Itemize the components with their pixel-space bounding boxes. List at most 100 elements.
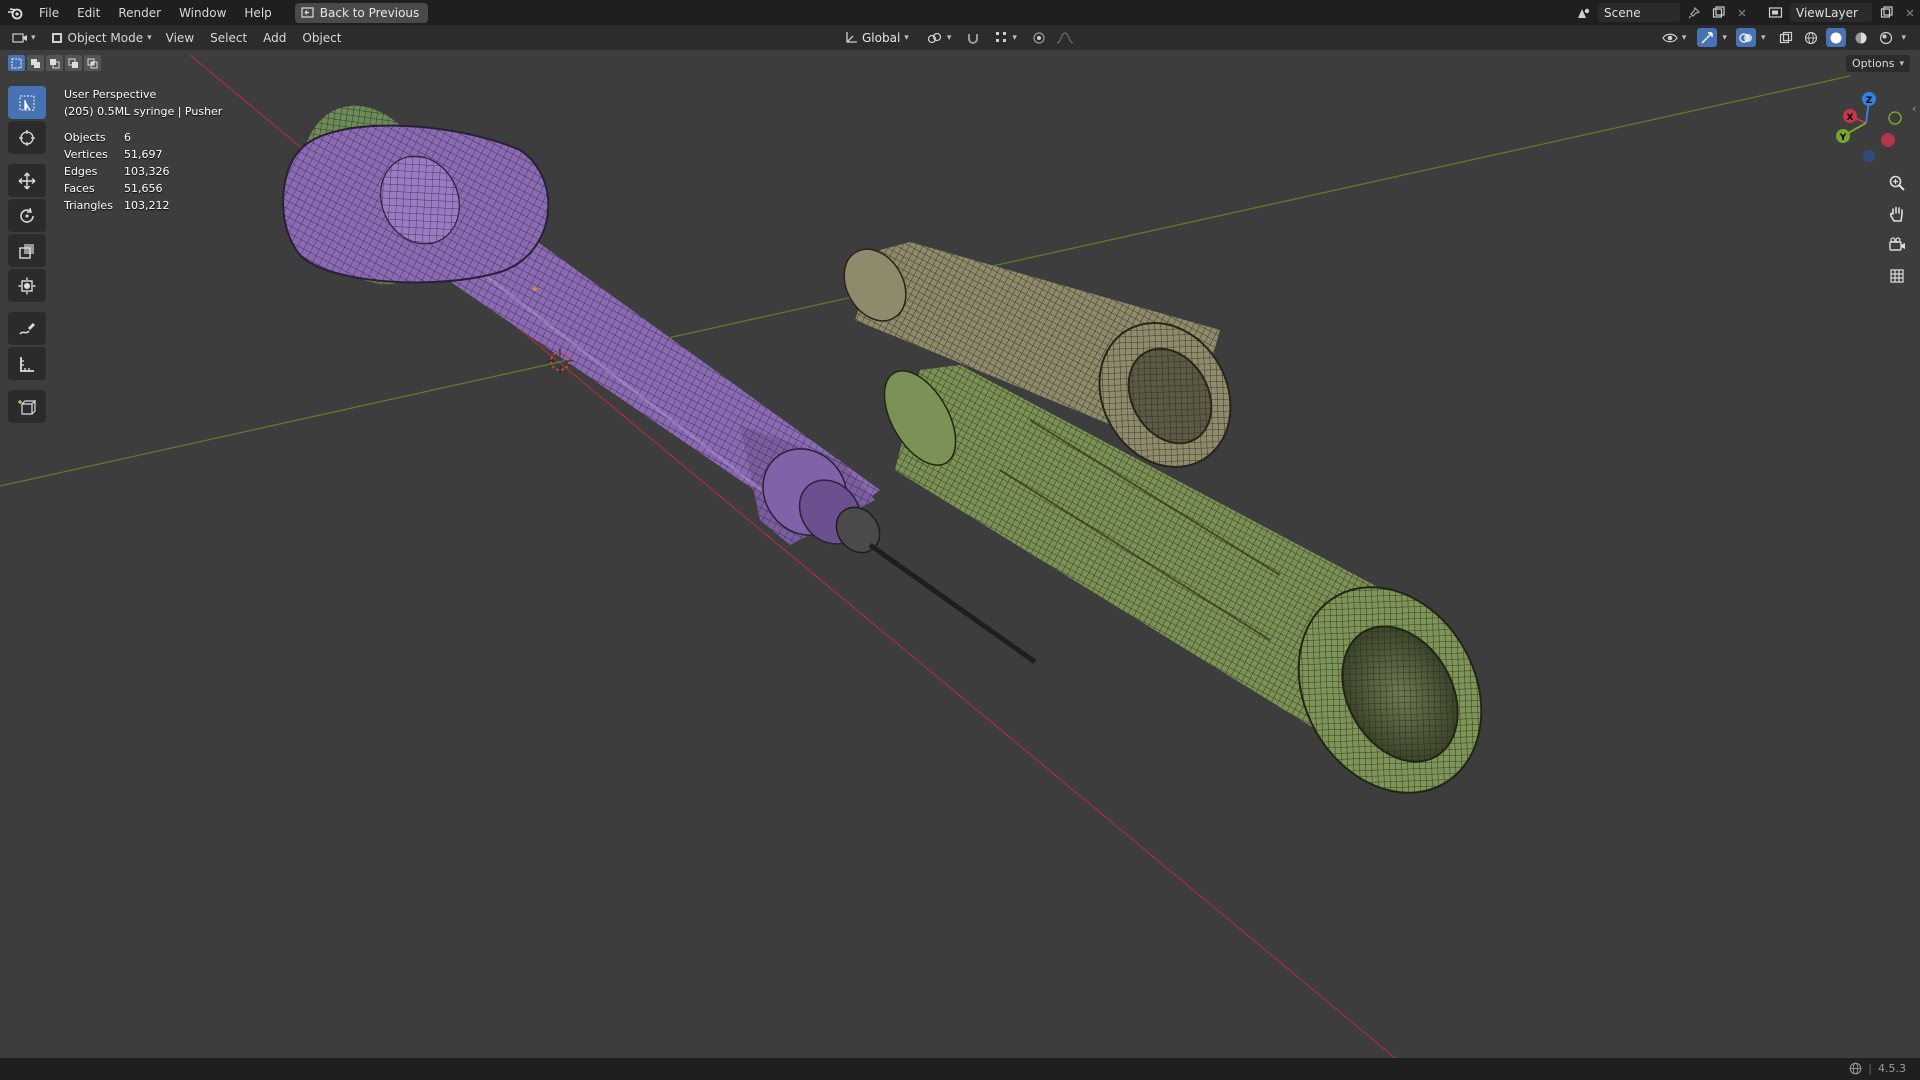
viewport-header: ▾ Object Mode ▾ View Select Add Object G… (0, 25, 1920, 50)
view-layer-field[interactable]: ViewLayer (1790, 3, 1872, 22)
solid-shading-icon[interactable] (1826, 28, 1847, 47)
menu-view[interactable]: View (158, 31, 202, 45)
snap-grid-icon (996, 32, 1007, 42)
scene-name-field[interactable]: Scene (1598, 3, 1680, 22)
scene-statistics: Objects 6 Vertices 51,697 Edges 103,326 Fac… (64, 129, 222, 214)
pivot-point-dropdown[interactable]: ▾ (920, 28, 958, 47)
new-view-layer-icon[interactable] (1876, 3, 1896, 22)
zoom-icon[interactable] (1884, 170, 1910, 196)
overlay-toggle-icon[interactable] (1735, 28, 1756, 47)
stat-label: Edges (64, 165, 98, 178)
wireframe-shading-icon[interactable] (1801, 28, 1821, 47)
snap-toggle-icon[interactable] (963, 28, 983, 47)
gizmo-neg-x-ball[interactable] (1881, 133, 1895, 147)
select-box-icon[interactable] (8, 86, 46, 119)
back-to-previous-label: Back to Previous (319, 5, 420, 20)
blender-logo-icon[interactable] (0, 6, 30, 20)
object-mode-icon (51, 32, 62, 43)
viewport-3d-scene[interactable]: Z X Y ‹ (0, 50, 1920, 1058)
view-layer-name: ViewLayer (1796, 5, 1858, 20)
transform-orientation-label: Global (862, 30, 901, 45)
viewport-info-overlay: User Perspective (205) 0.5ML syringe | P… (64, 86, 222, 214)
gizmo-toggle-icon[interactable] (1697, 28, 1718, 47)
rendered-shading-icon[interactable] (1876, 28, 1896, 47)
back-screen-icon (301, 7, 314, 18)
orientation-axes-icon (846, 31, 857, 43)
stat-value: 103,326 (124, 165, 170, 178)
mode-dropdown[interactable]: Object Mode ▾ (43, 28, 158, 47)
menu-edit[interactable]: Edit (68, 6, 109, 20)
stat-value: 6 (124, 131, 131, 144)
menu-file[interactable]: File (30, 6, 68, 20)
scene-type-icon[interactable] (1574, 3, 1594, 22)
viewport-shading-controls: ▾ ▾ ▾ ▾ (1655, 25, 1906, 50)
camera-icon[interactable] (1884, 232, 1910, 258)
gizmo-dropdown-chevron[interactable]: ▾ (1722, 33, 1727, 43)
stat-value: 103,212 (124, 199, 170, 212)
view-perspective-text: User Perspective (64, 88, 157, 101)
version-info: | 4.5.3 (1849, 1062, 1906, 1075)
cursor-icon[interactable] (8, 121, 46, 154)
object-origin-dot (533, 287, 537, 291)
menu-object[interactable]: Object (294, 31, 349, 45)
measure-icon[interactable] (8, 347, 46, 380)
delete-view-layer-icon[interactable] (1900, 3, 1920, 22)
gizmo-neg-z-ball[interactable] (1863, 150, 1875, 162)
stat-value: 51,656 (124, 182, 163, 195)
stat-label: Triangles (64, 199, 113, 212)
stat-label: Faces (64, 182, 95, 195)
mode-label: Object Mode (67, 30, 144, 45)
move-icon[interactable] (8, 164, 46, 197)
delete-scene-icon[interactable] (1732, 3, 1752, 22)
rotate-icon[interactable] (8, 199, 46, 232)
menu-window[interactable]: Window (170, 6, 235, 20)
xray-toggle-icon[interactable] (1776, 28, 1796, 47)
status-bar: | 4.5.3 (0, 1058, 1920, 1080)
transform-icon[interactable] (8, 269, 46, 302)
transform-controls: Global ▾ ▾ ▾ (838, 25, 1075, 50)
shading-dropdown-chevron[interactable]: ▾ (1901, 33, 1906, 43)
gizmo-neg-y-ball[interactable] (1888, 111, 1902, 125)
menu-help[interactable]: Help (235, 6, 280, 20)
active-object-text: (205) 0.5ML syringe | Pusher (64, 105, 223, 118)
gizmo-y-label: Y (1839, 133, 1847, 143)
gizmo-x-label: X (1847, 113, 1854, 123)
stat-value: 51,697 (124, 148, 163, 161)
visibility-dropdown[interactable]: ▾ (1655, 29, 1693, 46)
menu-render[interactable]: Render (109, 6, 170, 20)
grid-view-icon[interactable] (1884, 263, 1910, 289)
stat-label: Vertices (64, 148, 108, 161)
finger-flange (282, 124, 550, 284)
scene-name: Scene (1604, 5, 1641, 20)
view-layer-icon[interactable] (1766, 3, 1786, 22)
snap-target-dropdown[interactable]: ▾ (989, 29, 1023, 46)
eye-icon (1662, 33, 1678, 42)
menu-add[interactable]: Add (255, 31, 294, 45)
side-panel-toggle-icon[interactable]: ‹ (1912, 102, 1916, 115)
stat-label: Objects (64, 131, 106, 144)
globe-icon (1849, 1062, 1862, 1075)
annotate-icon[interactable] (8, 312, 46, 345)
scale-icon[interactable] (8, 234, 46, 267)
proportional-edit-icon[interactable] (1029, 28, 1049, 47)
navigation-gizmo[interactable]: Z X Y (1836, 92, 1902, 162)
menu-select[interactable]: Select (202, 31, 255, 45)
editor-type-dropdown[interactable]: ▾ (0, 31, 44, 45)
gizmo-z-label: Z (1866, 96, 1873, 106)
material-preview-icon[interactable] (1851, 28, 1871, 47)
transform-orientation-dropdown[interactable]: Global ▾ (838, 28, 915, 47)
overlay-dropdown-chevron[interactable]: ▾ (1761, 33, 1766, 43)
version-number: 4.5.3 (1878, 1062, 1906, 1075)
pivot-icon (927, 32, 941, 43)
back-to-previous-button[interactable]: Back to Previous (294, 2, 429, 23)
top-menu-bar: File Edit Render Window Help Back to Pre… (0, 0, 1920, 25)
new-scene-icon[interactable] (1708, 3, 1728, 22)
hand-pan-icon[interactable] (1884, 201, 1910, 227)
viewport-navigation-buttons (1884, 170, 1910, 289)
add-cube-icon[interactable] (8, 390, 46, 423)
falloff-curve-icon[interactable] (1055, 28, 1075, 47)
pin-icon[interactable] (1684, 3, 1704, 22)
editor-type-icon (12, 32, 27, 43)
tool-shelf (8, 86, 46, 423)
blender-window: File Edit Render Window Help Back to Pre… (0, 0, 1920, 1080)
